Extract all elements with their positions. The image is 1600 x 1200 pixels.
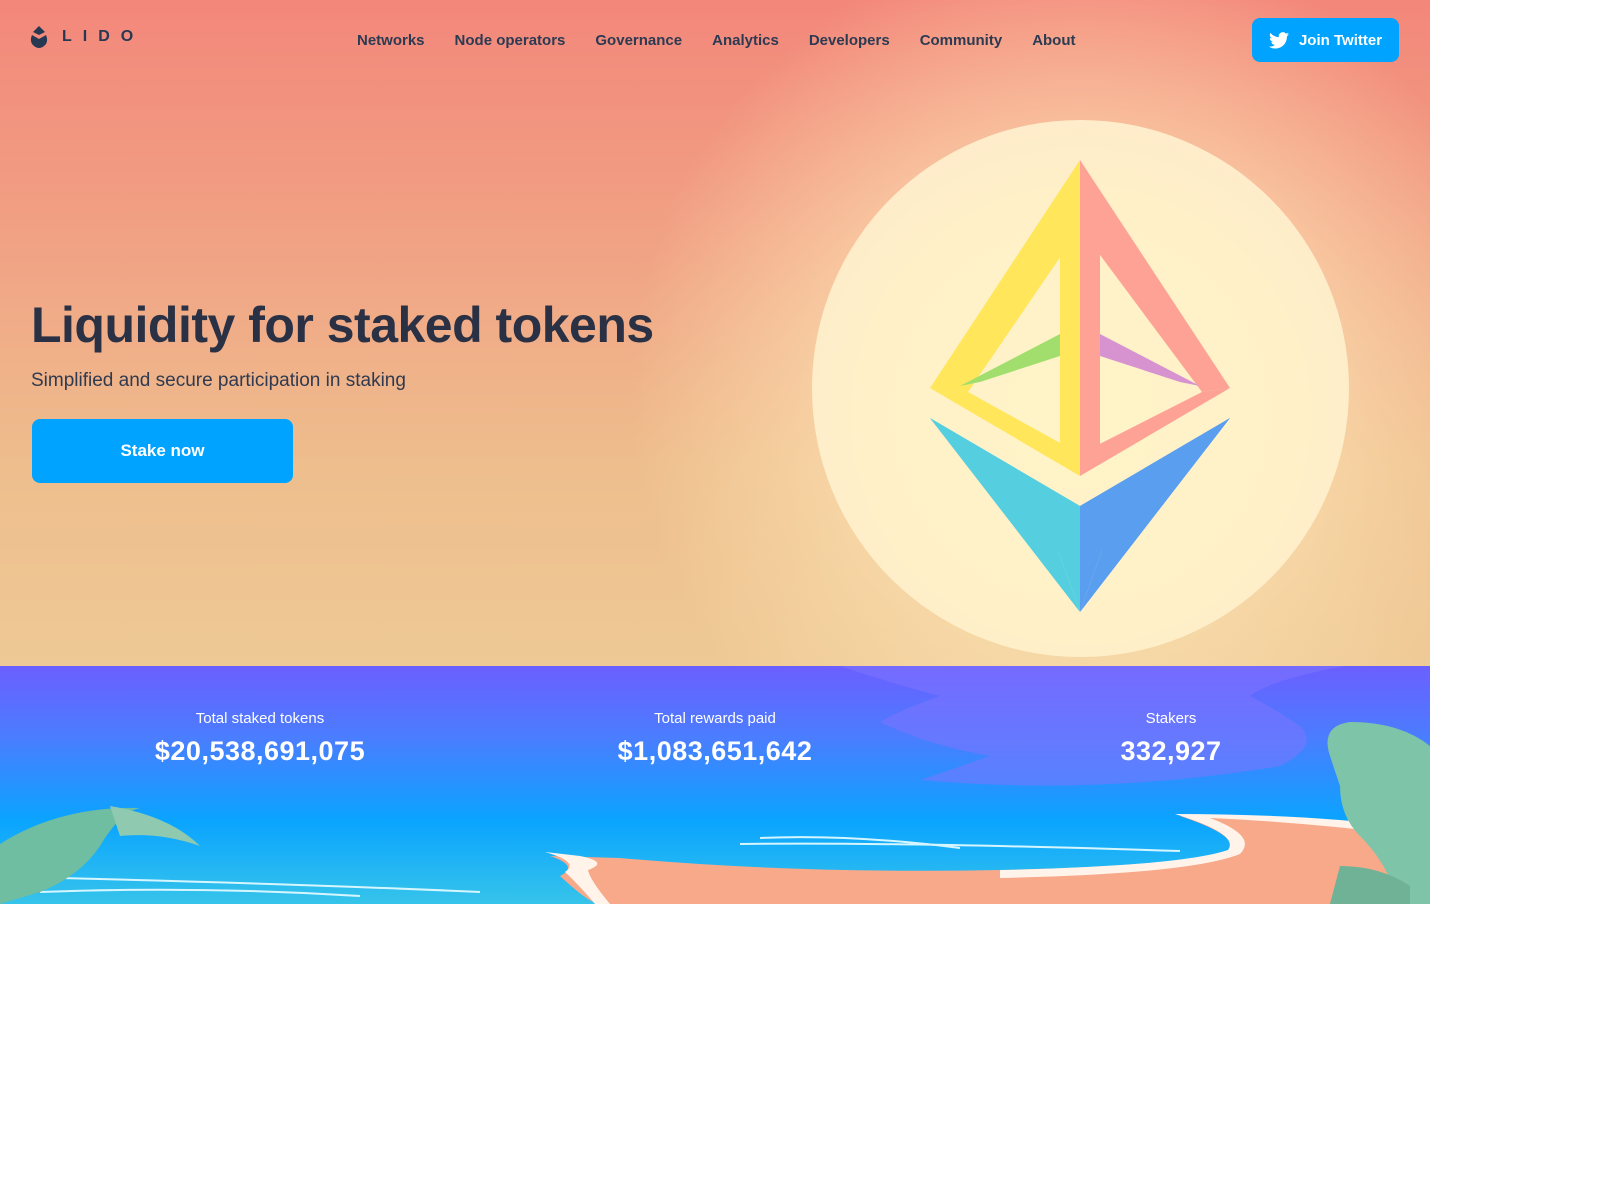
stat-total-rewards: Total rewards paid $1,083,651,642 xyxy=(555,710,875,767)
stat-label: Stakers xyxy=(1145,710,1197,727)
lido-drop-icon xyxy=(30,26,48,48)
twitter-bird-icon xyxy=(1268,31,1289,48)
nav-item-analytics[interactable]: Analytics xyxy=(712,32,779,49)
top-navigation: LIDO Networks Node operators Governance … xyxy=(0,0,1430,84)
stat-value: 332,927 xyxy=(1120,736,1222,766)
lido-logo[interactable]: LIDO xyxy=(30,26,144,48)
join-twitter-button[interactable]: Join Twitter xyxy=(1252,18,1399,62)
hero-section: LIDO Networks Node operators Governance … xyxy=(0,0,1430,666)
logo-text: LIDO xyxy=(62,28,145,45)
stat-value: $20,538,691,075 xyxy=(154,736,366,766)
nav-item-community[interactable]: Community xyxy=(920,32,1003,49)
beach-scene xyxy=(0,666,1430,904)
stat-label: Total staked tokens xyxy=(195,710,325,727)
hero-title: Liquidity for staked tokens xyxy=(31,297,654,353)
main-menu: Networks Node operators Governance Analy… xyxy=(357,32,1106,49)
stake-now-button[interactable]: Stake now xyxy=(32,419,293,483)
nav-item-node-operators[interactable]: Node operators xyxy=(455,32,566,49)
ethereum-logo-icon xyxy=(930,160,1230,612)
stat-label: Total rewards paid xyxy=(654,710,776,727)
nav-item-developers[interactable]: Developers xyxy=(809,32,890,49)
join-twitter-label: Join Twitter xyxy=(1298,31,1383,49)
nav-item-governance[interactable]: Governance xyxy=(595,32,682,49)
stat-stakers: Stakers 332,927 xyxy=(1011,710,1331,767)
nav-item-networks[interactable]: Networks xyxy=(357,32,425,49)
hero-subtitle: Simplified and secure participation in s… xyxy=(31,370,406,391)
stats-section: Total staked tokens $20,538,691,075 Tota… xyxy=(0,666,1430,904)
stat-total-staked: Total staked tokens $20,538,691,075 xyxy=(100,710,420,767)
stat-value: $1,083,651,642 xyxy=(617,736,813,766)
nav-item-about[interactable]: About xyxy=(1032,32,1075,49)
